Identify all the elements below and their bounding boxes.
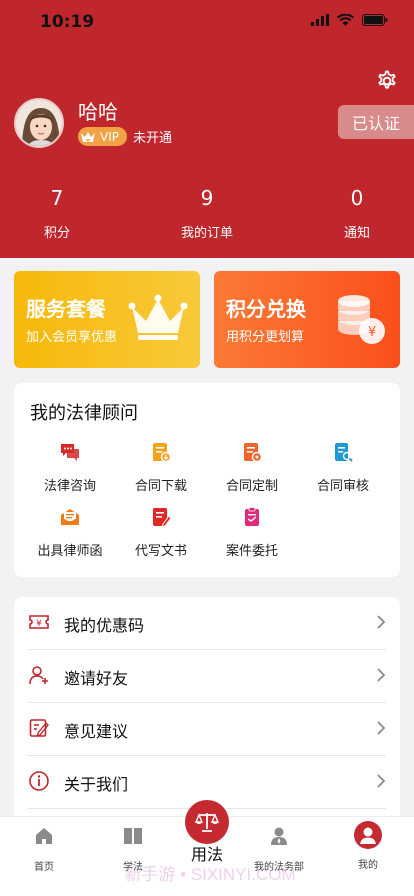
vip-crown-icon (81, 131, 95, 142)
tab-use-law[interactable] (185, 800, 229, 844)
service-contract-custom[interactable]: 合同定制 (207, 441, 297, 494)
legal-advisor-title: 我的法律顾问 (30, 403, 138, 424)
chevron-right-icon (377, 668, 386, 682)
vip-badge: VIP (78, 127, 127, 146)
menu-item-label: 我的优惠码 (64, 616, 145, 635)
coupon-icon: ¥ (29, 615, 49, 629)
verified-button[interactable]: 已认证 (338, 105, 414, 139)
chevron-right-icon (377, 774, 386, 788)
contract-review-icon (335, 443, 353, 462)
stat-points-label: 积分 (43, 226, 70, 241)
service-contract-review[interactable]: 合同审核 (298, 441, 388, 494)
service-label: 合同审核 (316, 479, 369, 494)
profile-header: 10:19 哈哈 VIP 未开通 已认证 7 积分 9 我的订单 0 通知 (0, 0, 414, 258)
svg-text:¥: ¥ (36, 619, 42, 629)
stat-points[interactable]: 7 积分 (7, 186, 107, 241)
battery-icon (362, 14, 388, 26)
document-writing-icon (153, 508, 172, 528)
signal-icon (311, 14, 329, 26)
book-icon (124, 828, 142, 844)
case-entrust-icon (245, 507, 259, 526)
tab-label: 我的 (358, 860, 378, 871)
service-document-writing[interactable]: 代写文书 (116, 506, 206, 559)
menu-item-invite-friend[interactable]: 邀请好友 (14, 650, 400, 703)
points-exchange-subtitle: 用积分更划算 (226, 330, 305, 345)
watermark: 新手游 • SIXINYI.COM (124, 865, 296, 884)
vip-label: VIP (100, 129, 119, 144)
status-bar: 10:19 (0, 0, 414, 44)
points-exchange-card[interactable]: 积分兑换 用积分更划算 ¥ (214, 271, 400, 368)
lawyer-letter-icon (61, 509, 79, 525)
service-label: 法律咨询 (43, 479, 96, 494)
invite-friend-icon (29, 666, 48, 685)
tab-label: 首页 (34, 862, 54, 873)
user-name: 哈哈 (78, 100, 118, 124)
verified-label: 已认证 (351, 114, 400, 133)
stat-notifications[interactable]: 0 通知 (307, 186, 407, 241)
menu-item-label: 关于我们 (64, 775, 129, 794)
feedback-icon (29, 719, 49, 737)
contract-custom-icon (244, 443, 263, 463)
vip-status: 未开通 (132, 131, 172, 146)
status-time: 10:19 (40, 12, 95, 32)
service-label: 代写文书 (134, 544, 187, 559)
service-package-subtitle: 加入会员享优惠 (26, 330, 118, 345)
settings-gear-icon[interactable] (374, 68, 400, 94)
avatar-portrait-icon (16, 100, 62, 146)
service-lawyer-letter[interactable]: 出具律师函 (25, 506, 115, 559)
home-icon (36, 828, 52, 844)
wifi-icon (337, 14, 354, 26)
legal-dept-icon (271, 827, 287, 845)
svg-text:¥: ¥ (368, 325, 376, 340)
chevron-right-icon (377, 721, 386, 735)
service-contract-download[interactable]: 合同下载 (116, 441, 206, 494)
scales-icon (194, 813, 220, 832)
points-exchange-title: 积分兑换 (226, 297, 306, 321)
stat-orders-value: 9 (200, 186, 214, 210)
service-label: 合同定制 (225, 479, 278, 494)
crown-icon (128, 294, 188, 340)
profile-icon (354, 821, 382, 849)
stat-orders-label: 我的订单 (180, 226, 233, 241)
avatar[interactable] (14, 98, 64, 148)
stat-points-value: 7 (50, 186, 64, 210)
service-package-card[interactable]: 服务套餐 加入会员享优惠 (14, 271, 200, 368)
stat-orders[interactable]: 9 我的订单 (157, 186, 257, 241)
tab-home[interactable]: 首页 (9, 825, 79, 873)
stat-notifications-label: 通知 (343, 226, 370, 241)
vip-row[interactable]: VIP 未开通 (78, 127, 172, 146)
menu-item-feedback[interactable]: 意见建议 (14, 703, 400, 756)
menu-item-coupon-code[interactable]: ¥ 我的优惠码 (14, 597, 400, 650)
menu-item-label: 邀请好友 (64, 669, 129, 688)
legal-advisor-card: 我的法律顾问 法律咨询 合同下载 合同定制 合同审核 出具律师函 代写文书 案件… (14, 383, 400, 577)
contract-download-icon (153, 443, 172, 463)
service-label: 合同下载 (134, 479, 187, 494)
chat-icon (61, 444, 79, 461)
service-package-title: 服务套餐 (26, 297, 106, 321)
service-label: 出具律师函 (37, 544, 103, 559)
settings-menu: ¥ 我的优惠码 邀请好友 意见建议 关于我们 (14, 597, 400, 827)
status-icons (311, 14, 388, 26)
stat-notifications-value: 0 (350, 186, 364, 210)
info-icon (29, 771, 49, 791)
chevron-right-icon (377, 615, 386, 629)
coin-stack-icon: ¥ (338, 295, 385, 344)
menu-item-label: 意见建议 (64, 722, 129, 741)
tab-mine[interactable]: 我的 (333, 821, 403, 871)
service-legal-consult[interactable]: 法律咨询 (25, 441, 115, 494)
service-label: 案件委托 (225, 544, 278, 559)
service-case-entrust[interactable]: 案件委托 (207, 506, 297, 559)
